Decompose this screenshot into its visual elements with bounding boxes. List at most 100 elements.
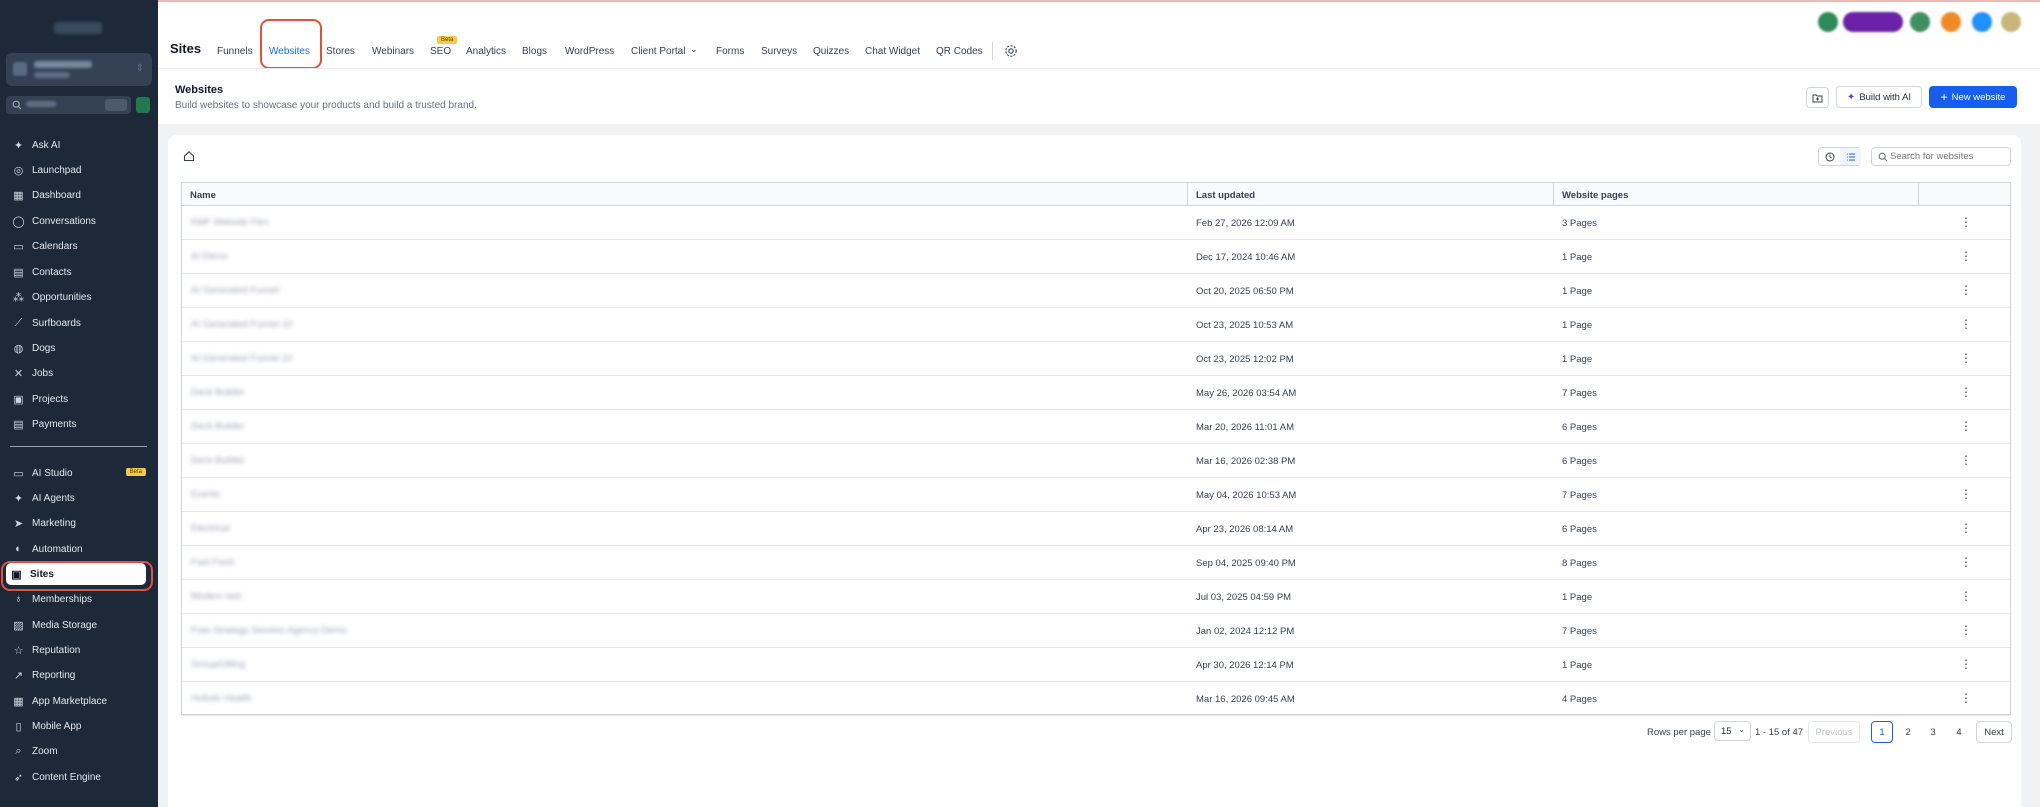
sidebar-item-media-storage[interactable]: ▨ Media Storage xyxy=(8,614,150,636)
column-header-website-pages[interactable]: Website pages xyxy=(1562,190,1628,201)
sidebar-item-marketing[interactable]: ➤ Marketing xyxy=(8,512,150,534)
table-row[interactable]: Free Strategy Session Agency Demo Jan 02,… xyxy=(182,614,2010,648)
list-view-button[interactable] xyxy=(1840,148,1861,165)
column-header-name[interactable]: Name xyxy=(190,190,216,201)
home-icon[interactable] xyxy=(183,150,195,162)
sidebar-item-payments[interactable]: ▤ Payments xyxy=(8,413,150,435)
more-options-icon[interactable]: ⋮ xyxy=(1959,215,1973,231)
website-name-redacted[interactable]: Deck Builder xyxy=(191,455,249,466)
tab-forms[interactable]: Forms xyxy=(716,46,744,57)
more-options-icon[interactable]: ⋮ xyxy=(1959,691,1973,707)
search-websites[interactable] xyxy=(1871,147,2011,166)
sidebar-item-surfboards[interactable]: ⟋ Surfboards xyxy=(8,312,150,334)
sidebar-item-contacts[interactable]: ▤ Contacts xyxy=(8,261,150,283)
megaphone-icon[interactable] xyxy=(1910,12,1930,32)
page-button[interactable]: 1 xyxy=(1871,721,1893,743)
more-options-icon[interactable]: ⋮ xyxy=(1959,283,1973,299)
tab-quizzes[interactable]: Quizzes xyxy=(813,46,849,57)
tab-funnels[interactable]: Funnels xyxy=(217,46,253,57)
more-options-icon[interactable]: ⋮ xyxy=(1959,657,1973,673)
table-row[interactable]: Modern test Jul 03, 2025 04:59 PM 1 Page ⋮ xyxy=(182,580,2010,614)
sidebar-item-ai-studio[interactable]: ▭ AI Studio Beta xyxy=(8,462,150,484)
previous-page-button[interactable]: Previous xyxy=(1808,721,1860,743)
sidebar-item-reporting[interactable]: ↗ Reporting xyxy=(8,664,150,686)
phone-icon[interactable] xyxy=(1818,12,1838,32)
page-button[interactable]: 3 xyxy=(1922,721,1944,743)
rows-per-page-select[interactable]: 15 ⌄ xyxy=(1714,721,1751,741)
more-options-icon[interactable]: ⋮ xyxy=(1959,419,1973,435)
sidebar-item-dashboard[interactable]: ▦ Dashboard xyxy=(8,184,150,206)
tab-seo[interactable]: SEO xyxy=(430,46,451,57)
table-row[interactable]: AI Generated Funnel 10 Oct 23, 2025 12:02… xyxy=(182,342,2010,376)
next-page-button[interactable]: Next xyxy=(1976,721,2012,743)
sidebar-item-reputation[interactable]: ☆ Reputation xyxy=(8,639,150,661)
recent-view-button[interactable] xyxy=(1819,148,1840,165)
sidebar-item-conversations[interactable]: ◯ Conversations xyxy=(8,210,150,232)
more-options-icon[interactable]: ⋮ xyxy=(1959,487,1973,503)
sidebar-item-zoom[interactable]: ⌕ Zoom xyxy=(8,740,150,762)
new-website-button[interactable]: + New website xyxy=(1929,86,2017,108)
sidebar-item-ask-ai[interactable]: ✦ Ask AI xyxy=(8,134,150,156)
page-button[interactable]: 2 xyxy=(1897,721,1919,743)
tab-stores[interactable]: Stores xyxy=(326,46,355,57)
website-name-redacted[interactable]: KMF Website Film xyxy=(191,217,277,228)
gear-icon[interactable] xyxy=(1003,43,1019,59)
tab-blogs[interactable]: Blogs xyxy=(522,46,547,57)
tab-wordpress[interactable]: WordPress xyxy=(565,46,614,57)
table-row[interactable]: Events May 04, 2026 10:53 AM 7 Pages ⋮ xyxy=(182,478,2010,512)
sidebar-item-launchpad[interactable]: ◎ Launchpad xyxy=(8,159,150,181)
website-name-redacted[interactable]: Events xyxy=(191,489,227,500)
quick-action-bolt-icon[interactable] xyxy=(136,97,150,113)
tab-webinars[interactable]: Webinars xyxy=(372,46,414,57)
website-name-redacted[interactable]: GroupGifting xyxy=(191,659,245,670)
page-button[interactable]: 4 xyxy=(1948,721,1970,743)
tab-surveys[interactable]: Surveys xyxy=(761,46,797,57)
sidebar-item-content-engine[interactable]: ➶ Content Engine xyxy=(8,766,150,788)
sidebar-item-ai-agents[interactable]: ✦ AI Agents xyxy=(8,487,150,509)
sidebar-item-app-marketplace[interactable]: ▦ App Marketplace xyxy=(8,690,150,712)
sidebar-search[interactable] xyxy=(6,96,131,114)
website-name-redacted[interactable]: Holistic Health xyxy=(191,693,257,704)
table-row[interactable]: KMF Website Film Feb 27, 2026 12:09 AM 3 P… xyxy=(182,206,2010,240)
notification-icon[interactable] xyxy=(1941,12,1961,32)
tab-chat-widget[interactable]: Chat Widget xyxy=(865,46,920,57)
new-folder-button[interactable] xyxy=(1806,87,1829,108)
account-switcher[interactable]: ⇕ xyxy=(6,53,152,86)
more-options-icon[interactable]: ⋮ xyxy=(1959,623,1973,639)
more-options-icon[interactable]: ⋮ xyxy=(1959,589,1973,605)
website-name-redacted[interactable]: AI Generated Funnel 10 xyxy=(191,353,299,364)
chevron-down-icon[interactable]: ⌄ xyxy=(690,44,698,55)
sidebar-item-opportunities[interactable]: ⁂ Opportunities xyxy=(8,286,150,308)
more-options-icon[interactable]: ⋮ xyxy=(1959,249,1973,265)
avatar[interactable] xyxy=(2001,12,2021,32)
sidebar-item-automation[interactable]: ◐ Automation xyxy=(8,538,150,560)
sidebar-item-memberships[interactable]: ♁ Memberships xyxy=(8,588,150,610)
status-pill[interactable] xyxy=(1843,12,1903,32)
sidebar-item-jobs[interactable]: ✕ Jobs xyxy=(8,362,150,384)
website-name-redacted[interactable]: AI Demo xyxy=(191,251,231,262)
table-row[interactable]: GroupGifting Apr 30, 2026 12:14 PM 1 Page ⋮ xyxy=(182,648,2010,682)
more-options-icon[interactable]: ⋮ xyxy=(1959,555,1973,571)
website-name-redacted[interactable]: AI Generated Funnel 10 xyxy=(191,319,299,330)
tab-client-portal[interactable]: Client Portal xyxy=(631,46,685,57)
table-row[interactable]: Fast Food Sep 04, 2025 09:40 PM 8 Pages ⋮ xyxy=(182,546,2010,580)
website-name-redacted[interactable]: Modern test xyxy=(191,591,245,602)
more-options-icon[interactable]: ⋮ xyxy=(1959,351,1973,367)
column-header-last-updated[interactable]: Last updated xyxy=(1196,190,1255,201)
tab-analytics[interactable]: Analytics xyxy=(466,46,506,57)
table-row[interactable]: Holistic Health Mar 16, 2026 09:45 AM 4 Pa… xyxy=(182,682,2010,716)
build-with-ai-button[interactable]: ✦ Build with AI xyxy=(1836,86,1922,108)
tab-qr-codes[interactable]: QR Codes xyxy=(936,46,983,57)
more-options-icon[interactable]: ⋮ xyxy=(1959,385,1973,401)
website-name-redacted[interactable]: Free Strategy Session Agency Demo xyxy=(191,625,357,636)
sidebar-item-dogs[interactable]: ◍ Dogs xyxy=(8,337,150,359)
table-row[interactable]: AI Generated Funnel 10 Oct 23, 2025 10:53… xyxy=(182,308,2010,342)
table-row[interactable]: Deck Builder Mar 16, 2026 02:38 PM 6 Pages… xyxy=(182,444,2010,478)
website-name-redacted[interactable]: Fast Food xyxy=(191,557,237,568)
table-row[interactable]: Electrical Apr 23, 2026 08:14 AM 6 Pages ⋮ xyxy=(182,512,2010,546)
website-name-redacted[interactable]: Deck Builder xyxy=(191,421,249,432)
sidebar-item-mobile-app[interactable]: ▯ Mobile App xyxy=(8,715,150,737)
table-row[interactable]: AI Demo Dec 17, 2024 10:46 AM 1 Page ⋮ xyxy=(182,240,2010,274)
table-row[interactable]: AI Generated Funnel Oct 20, 2025 06:50 PM… xyxy=(182,274,2010,308)
website-name-redacted[interactable]: Electrical xyxy=(191,523,235,534)
